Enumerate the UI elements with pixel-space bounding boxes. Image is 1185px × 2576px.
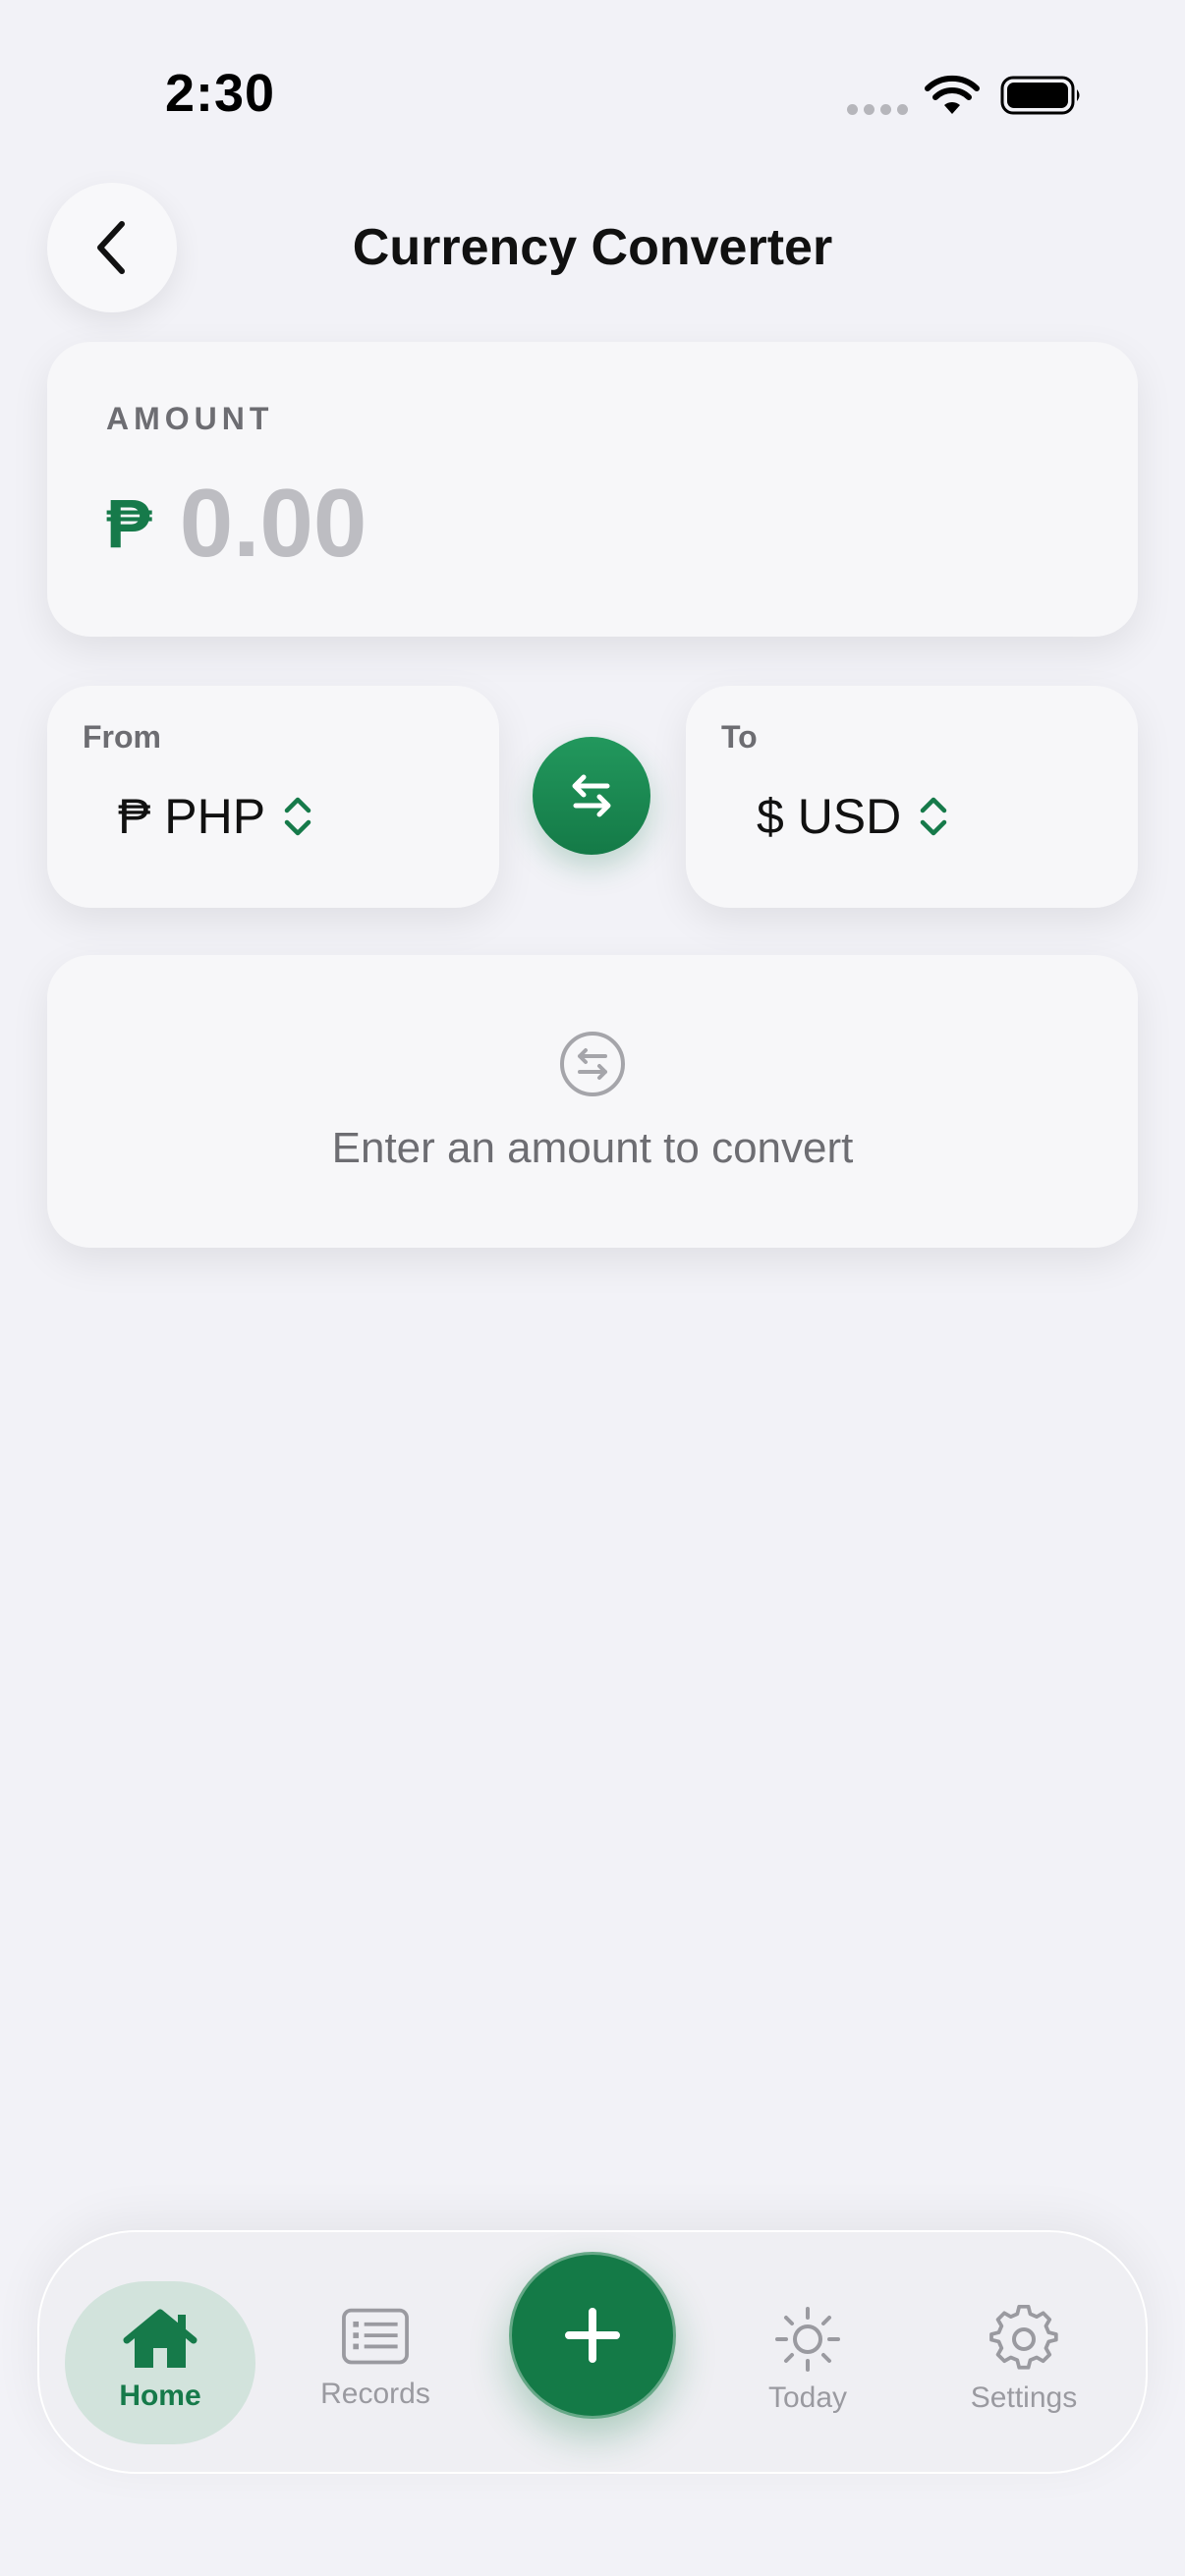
to-currency-selector[interactable]: To $ USD bbox=[686, 686, 1138, 908]
chevron-up-down-icon bbox=[921, 797, 947, 836]
house-icon bbox=[123, 2309, 198, 2368]
amount-label: AMOUNT bbox=[106, 401, 274, 436]
swap-currencies-button[interactable] bbox=[533, 737, 650, 855]
status-time: 2:30 bbox=[165, 64, 276, 123]
tab-label: Today bbox=[767, 2381, 848, 2414]
plus-icon bbox=[565, 2308, 620, 2363]
to-currency-value: $ USD bbox=[757, 789, 902, 844]
tab-home[interactable]: Home bbox=[65, 2281, 255, 2444]
page-title: Currency Converter bbox=[352, 219, 833, 276]
tab-records[interactable]: Records bbox=[287, 2285, 464, 2442]
cellular-signal-icon bbox=[847, 104, 908, 115]
from-label: From bbox=[83, 719, 161, 755]
to-label: To bbox=[721, 719, 758, 755]
list-icon bbox=[342, 2308, 409, 2365]
tab-settings[interactable]: Settings bbox=[935, 2285, 1112, 2442]
chevron-up-down-icon bbox=[284, 797, 311, 836]
amount-card[interactable]: AMOUNT ₱ 0.00 bbox=[47, 342, 1138, 637]
convert-circle-icon bbox=[560, 1032, 625, 1096]
sun-icon bbox=[775, 2307, 840, 2372]
add-button[interactable] bbox=[509, 2252, 676, 2419]
from-currency-value: ₱ PHP bbox=[118, 789, 266, 844]
conversion-result-card bbox=[47, 955, 1138, 1248]
currency-symbol: ₱ bbox=[106, 484, 152, 562]
wifi-icon bbox=[925, 75, 980, 114]
tab-label: Records bbox=[320, 2378, 430, 2410]
gear-icon bbox=[989, 2305, 1058, 2370]
tab-label: Settings bbox=[970, 2381, 1078, 2414]
swap-arrows-icon bbox=[572, 774, 611, 817]
tab-today[interactable]: Today bbox=[719, 2285, 896, 2442]
from-currency-selector[interactable]: From ₱ PHP bbox=[47, 686, 499, 908]
empty-state-message: Enter an amount to convert bbox=[331, 1124, 854, 1172]
battery-icon bbox=[1000, 76, 1080, 115]
amount-input[interactable]: 0.00 bbox=[180, 468, 367, 579]
status-bar: 2:30 bbox=[0, 0, 1185, 187]
tab-label: Home bbox=[119, 2380, 201, 2412]
